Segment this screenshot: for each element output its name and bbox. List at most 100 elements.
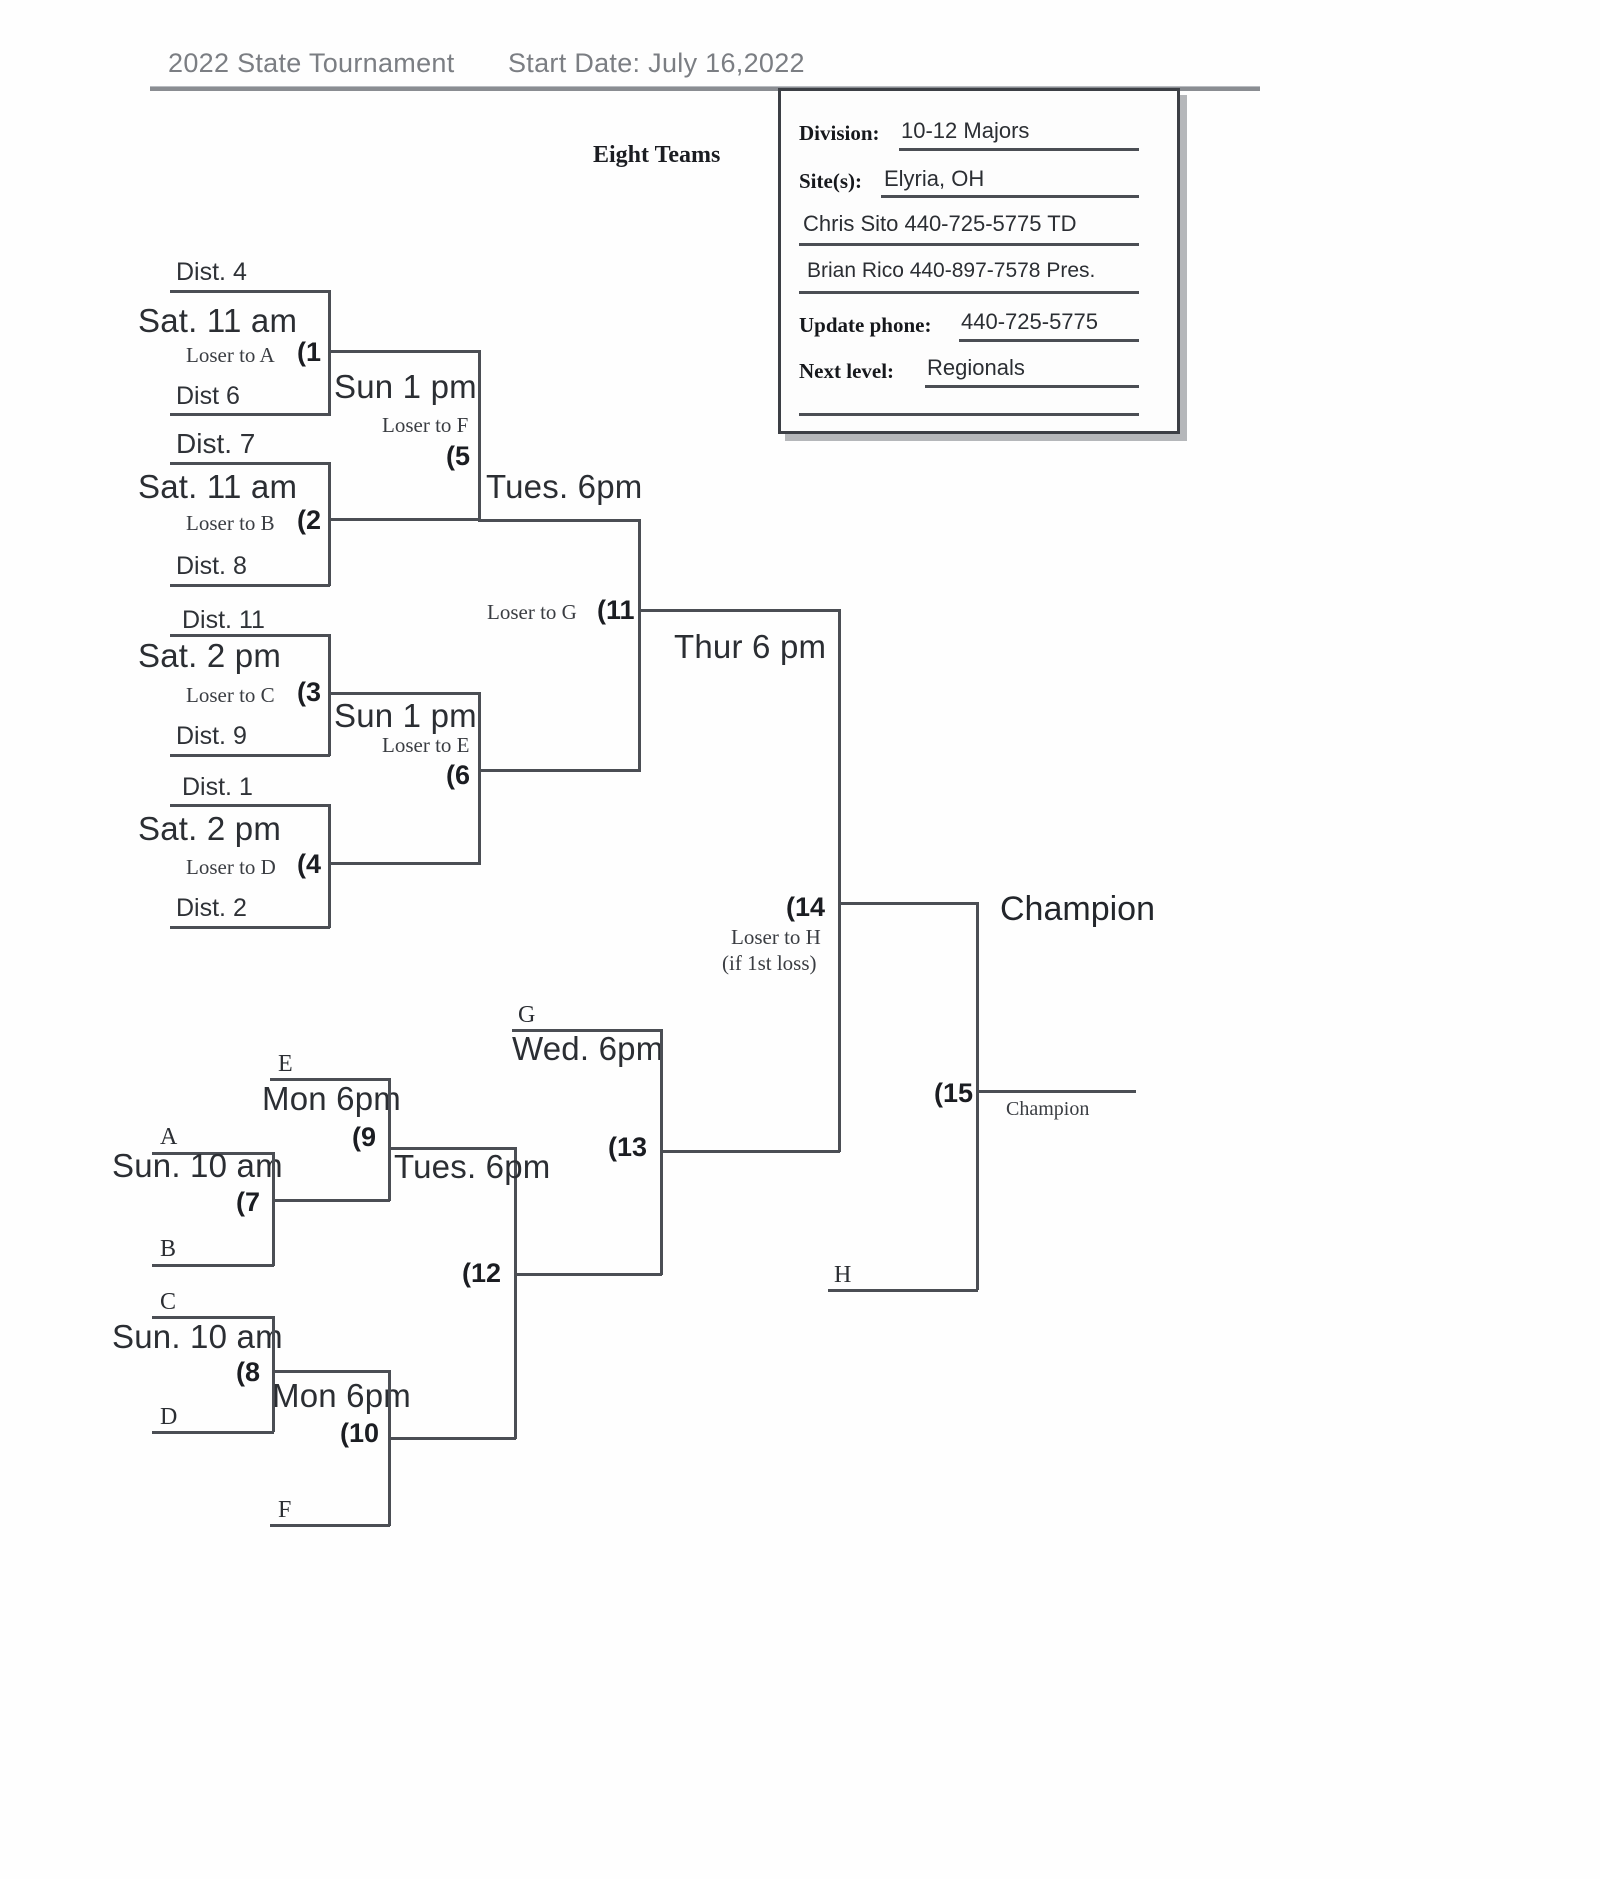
game7-bracket-connector [272, 1152, 275, 1266]
game6-loser-to: Loser to E [382, 733, 470, 757]
game14-lower-connector [838, 902, 841, 1152]
game2-to-game5-line [328, 518, 480, 521]
game1-time: Sat. 11 am [138, 302, 298, 339]
update-phone-underline [959, 339, 1139, 342]
game14-upper-connector [838, 609, 841, 904]
eight-teams-label: Eight Teams [593, 142, 721, 168]
game12-number: (12 [462, 1258, 502, 1288]
game4-top-team: Dist. 1 [182, 773, 253, 801]
game15-bottom-team: H [834, 1262, 852, 1288]
contact-pres: Brian Rico 440-897-7578 Pres. [807, 259, 1096, 282]
game2-bracket-connector [328, 462, 331, 586]
start-date: Start Date: July 16,2022 [508, 48, 805, 78]
game10-bottom-rule [270, 1524, 390, 1527]
game1-loser-to: Loser to A [186, 343, 275, 367]
game3-bottom-team: Dist. 9 [176, 722, 247, 750]
champion-title: Champion [1000, 890, 1155, 928]
contact-pres-underline [799, 291, 1139, 294]
next-level-underline [925, 385, 1139, 388]
game9-top-team: E [278, 1051, 293, 1077]
game11-to-game14-line [638, 609, 840, 612]
game7-to-game9-line [272, 1199, 390, 1202]
game4-bottom-rule [170, 926, 330, 929]
game4-time: Sat. 2 pm [138, 810, 282, 847]
game8-bottom-team: D [160, 1404, 178, 1430]
game13-top-team: G [518, 1002, 536, 1028]
contact-td-underline [799, 243, 1139, 246]
game4-bottom-team: Dist. 2 [176, 894, 247, 922]
game9-number: (9 [352, 1122, 377, 1152]
game3-loser-to: Loser to C [186, 683, 275, 707]
game11-loser-to: Loser to G [487, 600, 577, 624]
next-level-value: Regionals [927, 355, 1025, 380]
tournament-bracket-sheet: 2022 State Tournament Start Date: July 1… [0, 0, 1600, 1879]
game2-bottom-team: Dist. 8 [176, 552, 247, 580]
game3-number: (3 [297, 677, 322, 707]
game3-to-game6-line [328, 692, 480, 695]
game13-to-game14-line [660, 1150, 840, 1153]
game6-bracket-connector [478, 692, 481, 865]
game1-number: (1 [297, 337, 322, 367]
game2-number: (2 [297, 505, 322, 535]
game6-number: (6 [446, 760, 471, 790]
game7-number: (7 [236, 1187, 261, 1217]
game2-loser-to: Loser to B [186, 511, 275, 535]
game2-time: Sat. 11 am [138, 468, 298, 505]
update-phone-value: 440-725-5775 [961, 309, 1099, 334]
game8-to-game10-line [272, 1370, 390, 1373]
division-underline [899, 148, 1139, 151]
game7-time: Sun. 10 am [112, 1147, 283, 1184]
game11-number: (11 [597, 595, 635, 625]
game10-bottom-team: F [278, 1497, 292, 1523]
champion-caption: Champion [1006, 1098, 1090, 1120]
game8-time: Sun. 10 am [112, 1318, 283, 1355]
game15-bottom-rule [828, 1289, 978, 1292]
game1-bottom-team: Dist 6 [176, 382, 240, 410]
game13-time: Wed. 6pm [512, 1030, 664, 1067]
game4-loser-to: Loser to D [186, 855, 276, 879]
game5-to-game11-line [478, 519, 640, 522]
game4-top-rule [170, 804, 330, 807]
game5-bracket-connector [478, 350, 481, 521]
game2-top-team: Dist. 7 [176, 428, 256, 459]
game13-number: (13 [608, 1132, 648, 1162]
game1-top-rule [170, 290, 330, 293]
game12-to-game13-line [514, 1273, 662, 1276]
game1-bottom-rule [170, 413, 330, 416]
game6-to-game11-line [478, 769, 640, 772]
game6-time: Sun 1 pm [334, 697, 477, 734]
blank-underline [799, 413, 1139, 416]
game4-number: (4 [297, 849, 322, 879]
game11-time: Tues. 6pm [486, 468, 643, 505]
sites-value: Elyria, OH [884, 166, 985, 191]
game14-time: Thur 6 pm [674, 628, 827, 665]
page-title: 2022 State Tournament [168, 48, 455, 78]
game3-time: Sat. 2 pm [138, 637, 282, 674]
game10-to-game12-line [388, 1437, 516, 1440]
game3-bracket-connector [328, 634, 331, 756]
game14-loser-to: Loser to H [731, 925, 821, 949]
game12-time: Tues. 6pm [394, 1148, 551, 1185]
game9-time: Mon 6pm [262, 1080, 401, 1117]
division-label: Division: [799, 121, 880, 145]
game9-bracket-connector [388, 1078, 391, 1201]
game2-top-rule [170, 462, 330, 465]
game15-number: (15 [934, 1078, 974, 1108]
game8-number: (8 [236, 1357, 261, 1387]
game14-loser-note: (if 1st loss) [722, 951, 817, 975]
game12-bracket-connector [514, 1147, 517, 1439]
game1-bracket-connector [328, 290, 331, 416]
game14-to-final-line [838, 902, 978, 905]
game3-bottom-rule [170, 754, 330, 757]
game15-bracket-connector [976, 902, 979, 1290]
game15-champion-line [978, 1090, 1136, 1093]
sites-underline [881, 195, 1139, 198]
update-phone-label: Update phone: [799, 313, 932, 337]
game7-bottom-team: B [160, 1236, 177, 1262]
game3-top-team: Dist. 11 [182, 606, 265, 634]
game8-top-team: C [160, 1289, 177, 1315]
game5-loser-to: Loser to F [382, 413, 469, 437]
game11-bracket-connector [638, 519, 641, 772]
game5-number: (5 [446, 441, 471, 471]
game14-number: (14 [786, 892, 826, 922]
